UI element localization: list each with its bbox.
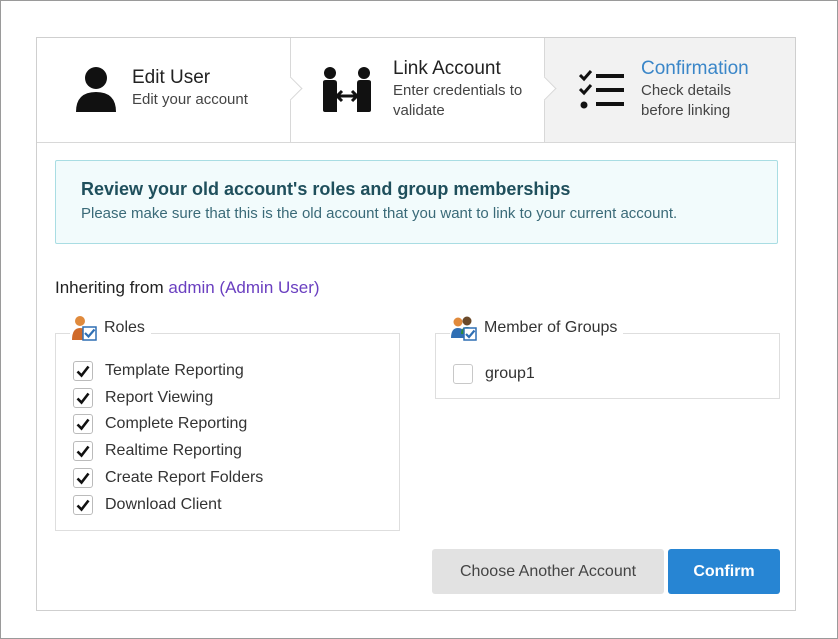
- role-item[interactable]: Create Report Folders: [73, 467, 263, 489]
- groups-legend: Member of Groups: [450, 314, 624, 342]
- inherit-prefix: Inheriting from: [55, 278, 164, 297]
- role-checkbox[interactable]: [73, 495, 93, 515]
- user-icon: [70, 64, 122, 116]
- choose-another-account-button[interactable]: Choose Another Account: [432, 549, 664, 594]
- role-checkbox[interactable]: [73, 388, 93, 408]
- roles-legend: Roles: [70, 314, 151, 342]
- role-item[interactable]: Template Reporting: [73, 360, 244, 382]
- link-account-icon: [321, 64, 373, 116]
- step-title: Link Account: [393, 58, 501, 79]
- roles-legend-label: Roles: [104, 319, 145, 336]
- role-label: Realtime Reporting: [105, 442, 242, 459]
- step-title: Edit User: [132, 67, 211, 88]
- roles-fieldset: Roles Template Reporting Report Viewing …: [55, 314, 400, 531]
- info-box: Review your old account's roles and grou…: [55, 160, 778, 244]
- inheriting-from-label: Inheriting from admin (Admin User): [55, 278, 320, 298]
- role-item[interactable]: Download Client: [73, 494, 222, 516]
- role-label: Report Viewing: [105, 389, 214, 406]
- wizard-steps: Edit User Edit your account Link Account: [37, 38, 795, 143]
- role-item[interactable]: Report Viewing: [73, 387, 213, 409]
- group-item[interactable]: group1: [453, 363, 535, 385]
- confirm-button[interactable]: Confirm: [668, 549, 780, 594]
- role-checkbox[interactable]: [73, 441, 93, 461]
- group-checkbox[interactable]: [453, 364, 473, 384]
- step-edit-user[interactable]: Edit User Edit your account: [37, 38, 303, 142]
- info-title: Review your old account's roles and grou…: [81, 179, 571, 199]
- step-link-account[interactable]: Link Account Enter credentials to valida…: [290, 38, 557, 142]
- role-label: Download Client: [105, 496, 222, 513]
- role-label: Create Report Folders: [105, 469, 264, 486]
- role-label: Complete Reporting: [105, 415, 248, 432]
- role-checkbox[interactable]: [73, 468, 93, 488]
- step-title: Confirmation: [641, 58, 749, 79]
- checklist-icon: [576, 64, 628, 116]
- groups-fieldset: Member of Groups group1: [435, 314, 780, 399]
- inherit-user-link[interactable]: admin (Admin User): [168, 278, 319, 297]
- link-account-panel: Edit User Edit your account Link Account: [36, 37, 796, 611]
- role-item[interactable]: Complete Reporting: [73, 413, 247, 435]
- role-item[interactable]: Realtime Reporting: [73, 440, 242, 462]
- role-checkbox[interactable]: [73, 414, 93, 434]
- step-desc: Edit your account: [132, 91, 248, 108]
- step-desc: Enter credentials to validate: [393, 82, 523, 119]
- info-text: Please make sure that this is the old ac…: [81, 205, 678, 222]
- groups-legend-label: Member of Groups: [484, 319, 618, 336]
- step-confirmation[interactable]: Confirmation Check details before linkin…: [544, 38, 795, 142]
- step-desc: Check details before linking: [641, 82, 732, 119]
- role-label: Template Reporting: [105, 362, 244, 379]
- user-role-icon: [72, 316, 97, 341]
- group-icon: [451, 316, 477, 341]
- role-checkbox[interactable]: [73, 361, 93, 381]
- group-label: group1: [485, 365, 535, 382]
